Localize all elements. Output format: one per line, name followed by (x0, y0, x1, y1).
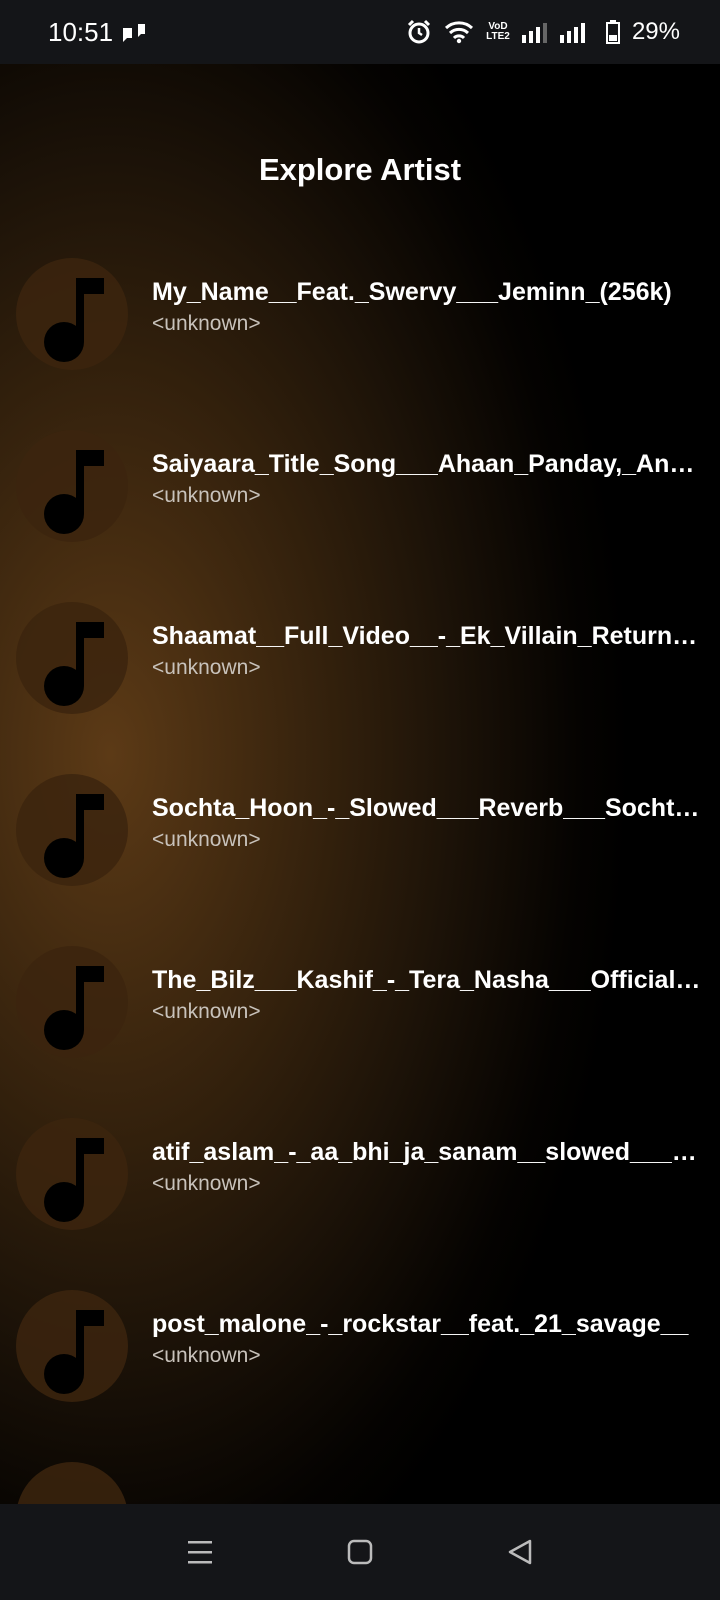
song-artwork (16, 258, 128, 370)
music-note-icon (44, 278, 104, 362)
main-content[interactable]: Explore Artist My_Name__Feat._Swervy___J… (0, 64, 720, 1504)
status-time: 10:51 (48, 16, 114, 47)
music-note-icon (44, 1138, 104, 1222)
song-list-item-partial[interactable] (16, 1462, 706, 1504)
song-title: Sochta_Hoon_-_Slowed___Reverb___Sochta_H… (152, 794, 706, 822)
back-button[interactable] (490, 1522, 550, 1582)
song-title: post_malone_-_rockstar__feat._21_savage_… (152, 1310, 689, 1338)
status-bar: 10:51 VoD LTE2 29% (0, 0, 720, 64)
home-button[interactable] (330, 1522, 390, 1582)
song-artist: <unknown> (152, 828, 261, 851)
navigation-bar (0, 1504, 720, 1600)
song-artist: <unknown> (152, 312, 261, 335)
song-artwork (16, 430, 128, 542)
song-list-item[interactable]: My_Name__Feat._Swervy___Jeminn_(256k) <u… (16, 258, 706, 370)
song-list-item[interactable]: Sochta_Hoon_-_Slowed___Reverb___Sochta_H… (16, 774, 706, 886)
song-artwork (16, 1462, 128, 1504)
status-left: 10:51 (48, 17, 147, 48)
status-right: VoD LTE2 29% (406, 18, 680, 46)
song-title: Saiyaara_Title_Song___Ahaan_Panday,_Anee… (152, 450, 706, 478)
alarm-icon (406, 19, 432, 45)
page-title: Explore Artist (258, 152, 462, 187)
battery-percent: 29% (631, 18, 680, 45)
wifi-icon (444, 20, 474, 44)
song-artist: <unknown> (152, 1000, 261, 1023)
song-artist: <unknown> (152, 484, 261, 507)
song-artist: <unknown> (152, 656, 261, 679)
song-list-item[interactable]: The_Bilz___Kashif_-_Tera_Nasha___Officia… (16, 946, 706, 1058)
song-artist: <unknown> (152, 1172, 261, 1195)
song-title: Shaamat__Full_Video__-_Ek_Villain_Return… (152, 622, 706, 650)
music-note-icon (44, 1310, 104, 1394)
song-artwork (16, 774, 128, 886)
menu-button[interactable] (170, 1522, 230, 1582)
song-list-item[interactable]: atif_aslam_-_aa_bhi_ja_sanam__slowed___r… (16, 1118, 706, 1230)
song-artwork (16, 602, 128, 714)
song-artist: <unknown> (152, 1344, 261, 1367)
music-note-icon (44, 794, 104, 878)
music-note-icon (44, 450, 104, 534)
song-artwork (16, 1118, 128, 1230)
song-list-item[interactable]: Shaamat__Full_Video__-_Ek_Villain_Return… (16, 602, 706, 714)
home-icon (347, 1539, 373, 1565)
song-artwork (16, 1290, 128, 1402)
menu-icon (188, 1541, 212, 1564)
song-artwork (16, 946, 128, 1058)
song-title: My_Name__Feat._Swervy___Jeminn_(256k) (152, 278, 672, 306)
song-title: atif_aslam_-_aa_bhi_ja_sanam__slowed___r… (152, 1138, 706, 1166)
cell-signal-icon (521, 21, 594, 43)
song-list-item[interactable]: post_malone_-_rockstar__feat._21_savage_… (16, 1290, 706, 1402)
back-icon (508, 1539, 532, 1565)
song-list-item[interactable]: Saiyaara_Title_Song___Ahaan_Panday,_Anee… (16, 430, 706, 542)
music-note-icon (44, 966, 104, 1050)
song-title: The_Bilz___Kashif_-_Tera_Nasha___Officia… (152, 966, 706, 994)
battery-icon (605, 20, 620, 44)
music-note-icon (44, 622, 104, 706)
signal-app-icon (121, 22, 147, 42)
network-badge: VoD LTE2 (486, 21, 510, 42)
